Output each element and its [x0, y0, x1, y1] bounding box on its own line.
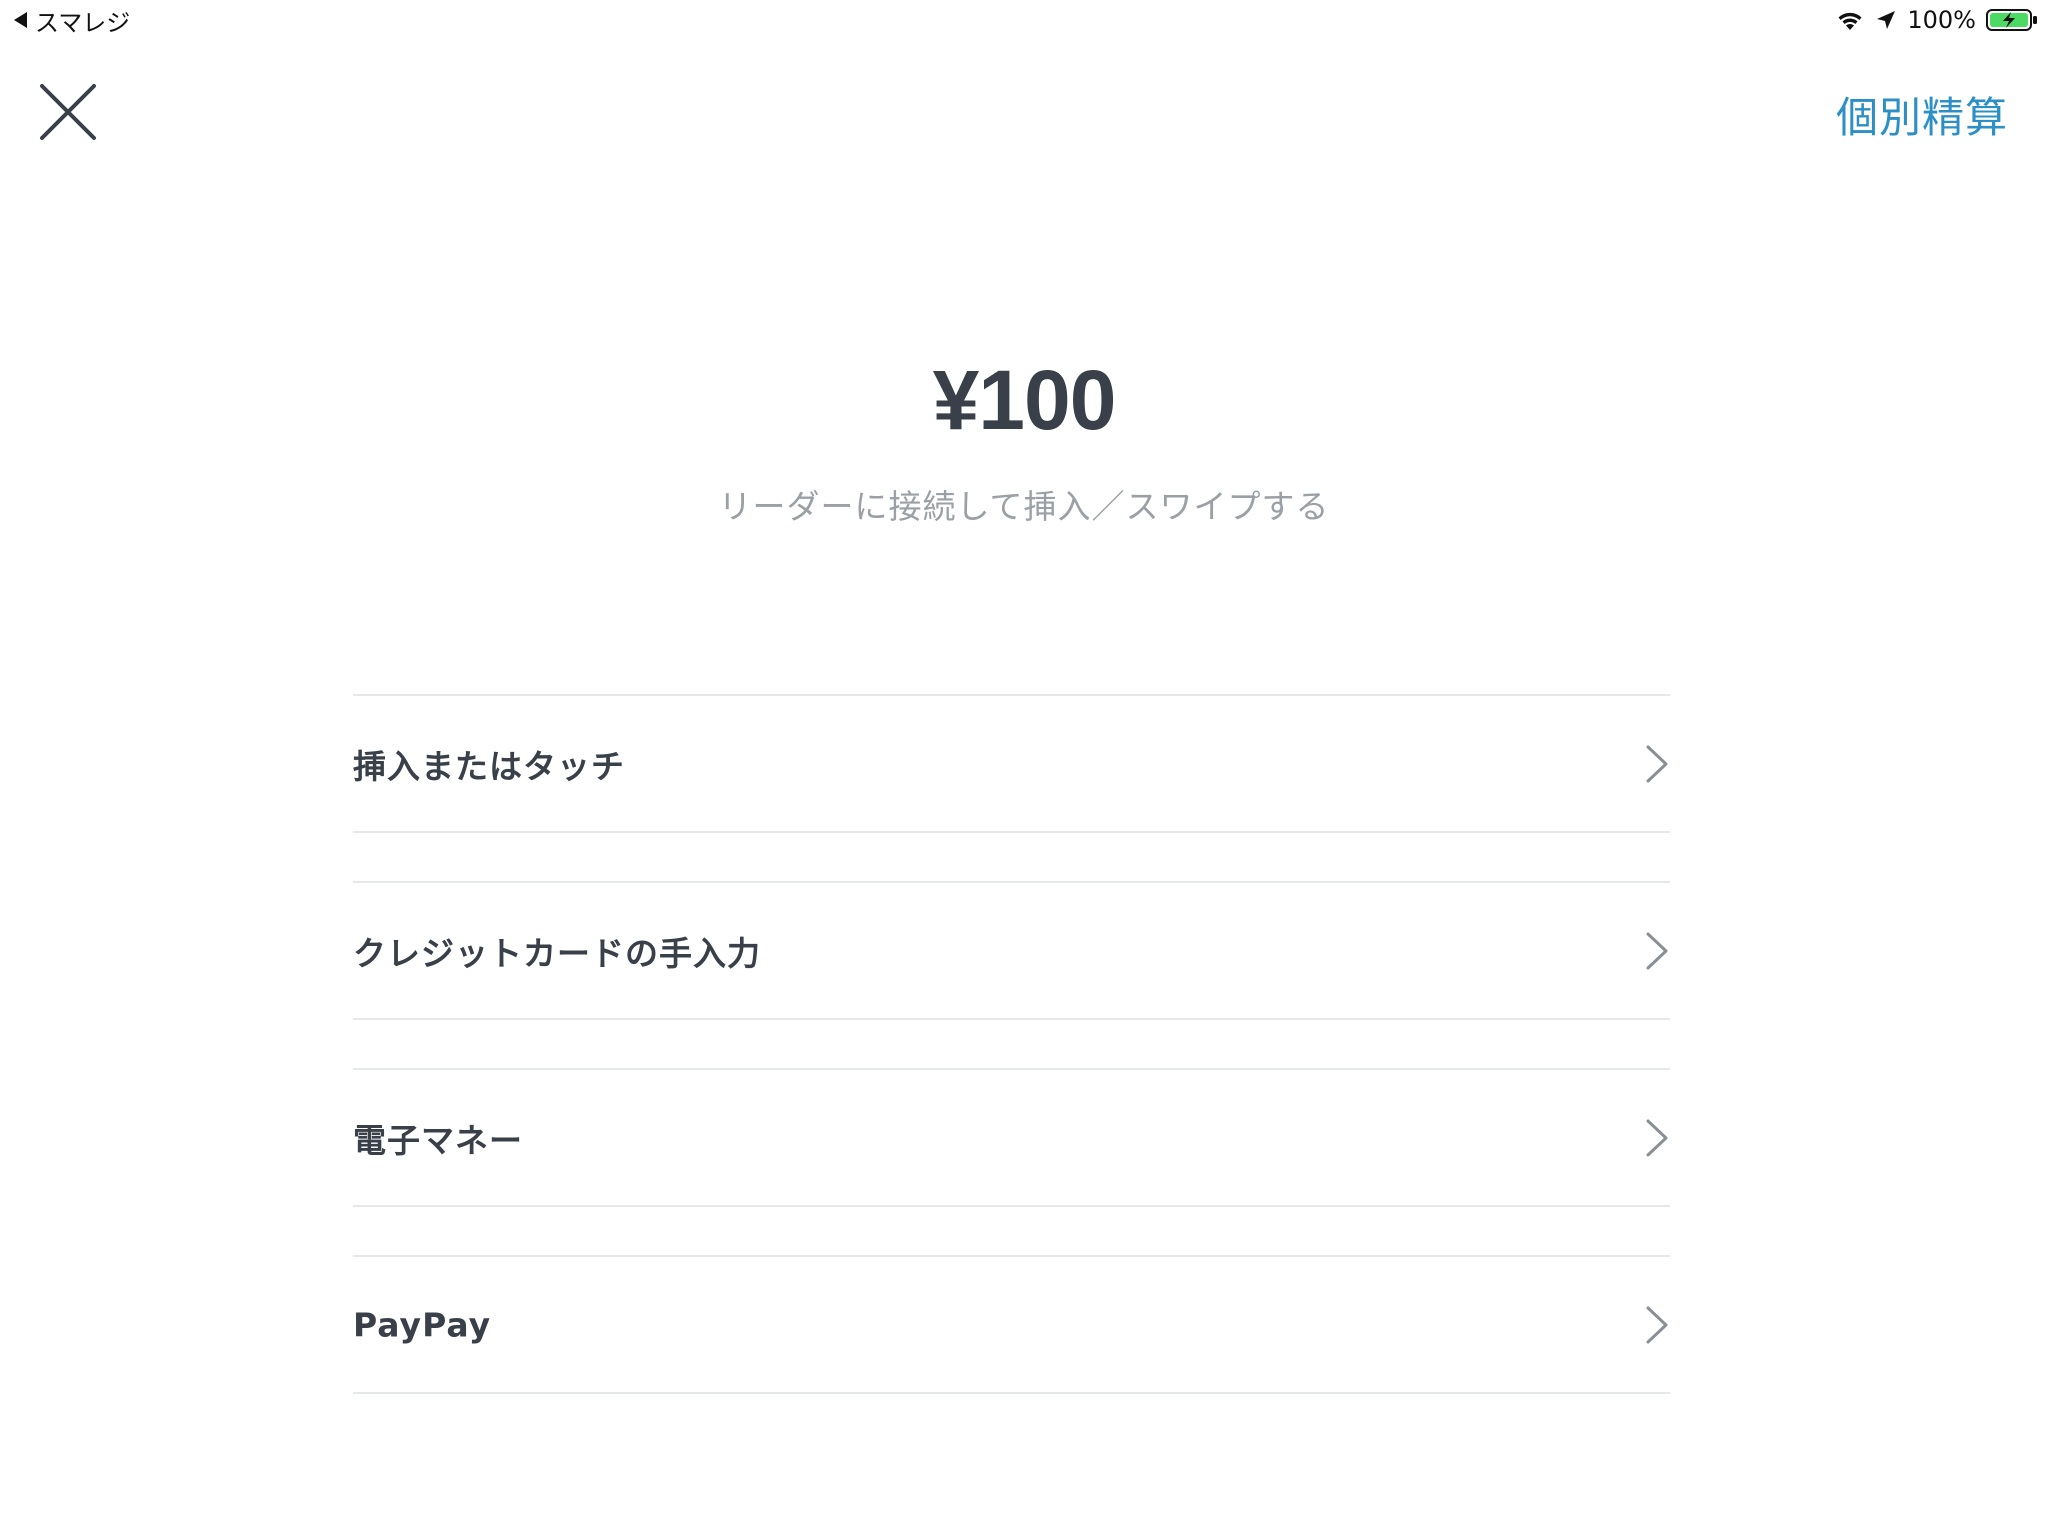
split-payment-button[interactable]: 個別精算	[1836, 84, 2008, 145]
option-e-money[interactable]: 電子マネー	[353, 1068, 1670, 1207]
option-label: クレジットカードの手入力	[353, 933, 761, 973]
option-manual-card-entry[interactable]: クレジットカードの手入力	[353, 881, 1670, 1020]
back-arrow-icon	[14, 12, 27, 28]
back-to-app-button[interactable]: スマレジ	[14, 4, 131, 37]
chevron-right-icon	[1644, 744, 1670, 784]
battery-percentage: 100%	[1907, 6, 1976, 34]
option-label: PayPay	[353, 1305, 492, 1344]
close-icon	[36, 80, 100, 144]
option-label: 挿入またはタッチ	[353, 746, 625, 786]
option-label: 電子マネー	[353, 1120, 523, 1160]
close-button[interactable]	[36, 80, 100, 144]
reader-instruction: リーダーに接続して挿入／スワイプする	[718, 487, 1330, 526]
status-bar: スマレジ 100%	[0, 0, 2048, 40]
chevron-right-icon	[1644, 1118, 1670, 1158]
battery-charging-icon	[1986, 8, 2038, 32]
payment-amount: ¥100	[932, 353, 1117, 447]
payment-options-list: 挿入またはタッチ クレジットカードの手入力 電子マネー PayPay	[353, 694, 1670, 1442]
option-insert-or-touch[interactable]: 挿入またはタッチ	[353, 694, 1670, 833]
wifi-icon	[1835, 8, 1865, 32]
chevron-right-icon	[1644, 931, 1670, 971]
chevron-right-icon	[1644, 1305, 1670, 1345]
location-arrow-icon	[1875, 9, 1897, 31]
back-app-label: スマレジ	[35, 8, 131, 37]
option-paypay[interactable]: PayPay	[353, 1255, 1670, 1394]
status-indicators: 100%	[1835, 4, 2038, 36]
